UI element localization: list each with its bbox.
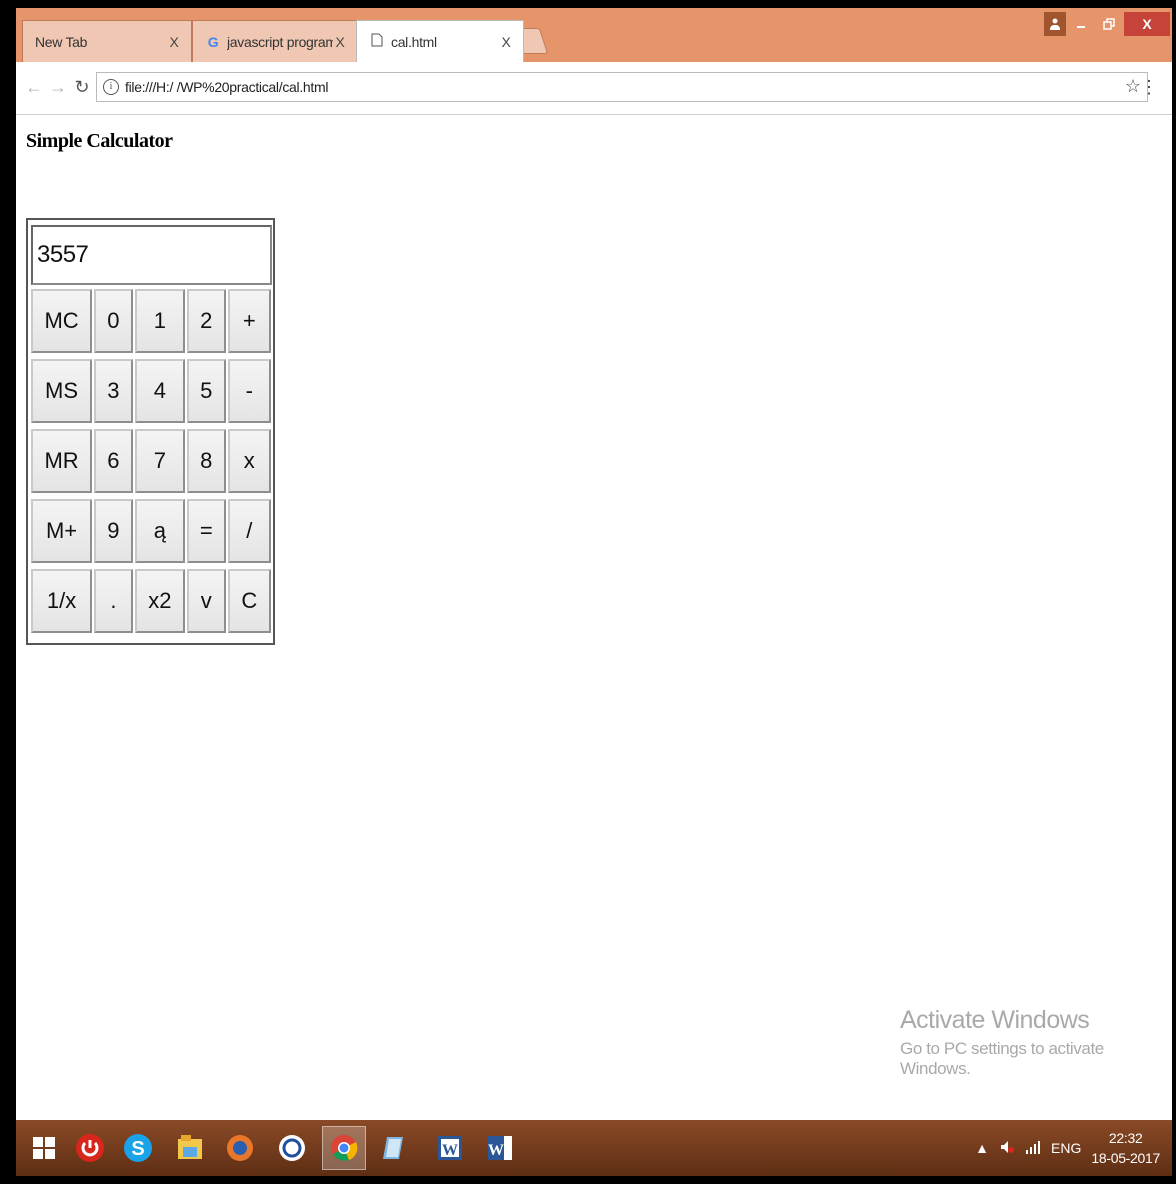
watermark-subtitle: Go to PC settings to activate Windows. [900,1039,1104,1078]
tab-cal-html[interactable]: cal.html X [356,20,524,62]
address-bar[interactable]: i file:///H:/ /WP%20practical/cal.html ☆ [96,72,1148,102]
clock-date: 18-05-2017 [1091,1150,1160,1166]
minus-button[interactable]: - [227,359,272,423]
digit-7-button[interactable]: 7 [134,429,185,493]
clock-time: 22:32 [1108,1130,1143,1146]
divide-button[interactable]: / [227,499,272,563]
window-controls: X [1044,12,1170,36]
tab-new-tab[interactable]: New Tab X [22,20,192,62]
tab-label: cal.html [391,33,437,50]
power-icon[interactable] [68,1126,112,1170]
google-icon: G [207,33,219,50]
tab-close-icon[interactable]: X [167,34,181,50]
digit-5-button[interactable]: 5 [187,359,226,423]
digit-1-button[interactable]: 1 [134,289,185,353]
tab-label: javascript program for ca [227,33,333,50]
calculator-row: M+ 9 ą = / [31,499,272,563]
calculator-row: MR 6 7 8 x [31,429,272,493]
clock[interactable]: 22:32 18-05-2017 [1091,1128,1160,1168]
signal-icon[interactable] [1025,1140,1041,1157]
app-icon[interactable] [270,1126,314,1170]
digit-8-button[interactable]: 8 [187,429,226,493]
calculator-row: 1/x . x2 v C [31,569,272,633]
digit-0-button[interactable]: 0 [94,289,133,353]
svg-text:S: S [131,1138,144,1160]
menu-icon[interactable]: ⋮ [1140,76,1158,98]
word-icon[interactable]: W [478,1126,522,1170]
digit-3-button[interactable]: 3 [94,359,133,423]
digit-9-button[interactable]: 9 [94,499,133,563]
firefox-icon[interactable] [218,1126,262,1170]
special-button[interactable]: ą [134,499,185,563]
calculator-display[interactable] [31,225,272,285]
m-plus-button[interactable]: M+ [31,499,93,563]
taskbar: S W W ▲ ENG 22:32 18-05-2017 [16,1120,1172,1176]
browser-toolbar: ← → ↻ i file:///H:/ /WP%20practical/cal.… [16,62,1172,115]
equals-button[interactable]: = [187,499,226,563]
calculator: MC 0 1 2 + MS 3 4 5 - MR 6 7 8 x M+ 9 ą … [26,218,275,645]
back-arrow-icon[interactable]: ← [24,76,44,98]
word-icon[interactable]: W [428,1126,472,1170]
notes-icon[interactable] [372,1126,416,1170]
svg-text:W: W [488,1142,504,1159]
svg-text:W: W [442,1142,458,1159]
watermark-title: Activate Windows [900,1006,1090,1034]
file-explorer-icon[interactable] [168,1126,212,1170]
browser-window: New Tab X G javascript program for ca X … [16,8,1172,1176]
bookmark-star-icon[interactable]: ☆ [1125,76,1141,97]
plus-button[interactable]: + [227,289,272,353]
restore-icon[interactable] [1096,12,1122,36]
forward-arrow-icon[interactable]: → [48,76,68,98]
clear-button[interactable]: C [227,569,272,633]
windows-icon[interactable] [22,1126,66,1170]
url-text: file:///H:/ /WP%20practical/cal.html [125,79,329,95]
show-hidden-icons-icon[interactable]: ▲ [975,1140,989,1156]
digit-6-button[interactable]: 6 [94,429,133,493]
sqrt-button[interactable]: v [187,569,226,633]
tab-close-icon[interactable]: X [499,34,513,50]
reciprocal-button[interactable]: 1/x [31,569,93,633]
user-icon[interactable] [1044,12,1066,36]
calculator-row: MC 0 1 2 + [31,289,272,353]
minimize-icon[interactable] [1068,12,1094,36]
tab-javascript-program[interactable]: G javascript program for ca X [192,20,358,62]
activate-windows-watermark: Activate Windows Go to PC settings to ac… [900,1006,1172,1079]
ms-button[interactable]: MS [31,359,93,423]
digit-2-button[interactable]: 2 [187,289,226,353]
calculator-row: MS 3 4 5 - [31,359,272,423]
page-icon [369,33,385,50]
chrome-icon[interactable] [322,1126,366,1170]
multiply-button[interactable]: x [227,429,272,493]
page-title: Simple Calculator [26,130,173,152]
reload-icon[interactable]: ↻ [72,76,92,98]
tab-label: New Tab [35,33,88,50]
decimal-button[interactable]: . [94,569,133,633]
volume-icon[interactable] [999,1139,1015,1158]
square-button[interactable]: x2 [134,569,185,633]
language-indicator[interactable]: ENG [1051,1140,1081,1156]
close-button[interactable]: X [1124,12,1170,36]
mr-button[interactable]: MR [31,429,93,493]
tab-close-icon[interactable]: X [333,34,347,50]
tab-strip: New Tab X G javascript program for ca X … [16,8,1172,62]
info-icon[interactable]: i [103,79,119,95]
mc-button[interactable]: MC [31,289,93,353]
digit-4-button[interactable]: 4 [134,359,185,423]
system-tray: ▲ ENG 22:32 18-05-2017 [975,1128,1160,1168]
skype-icon[interactable]: S [116,1126,160,1170]
